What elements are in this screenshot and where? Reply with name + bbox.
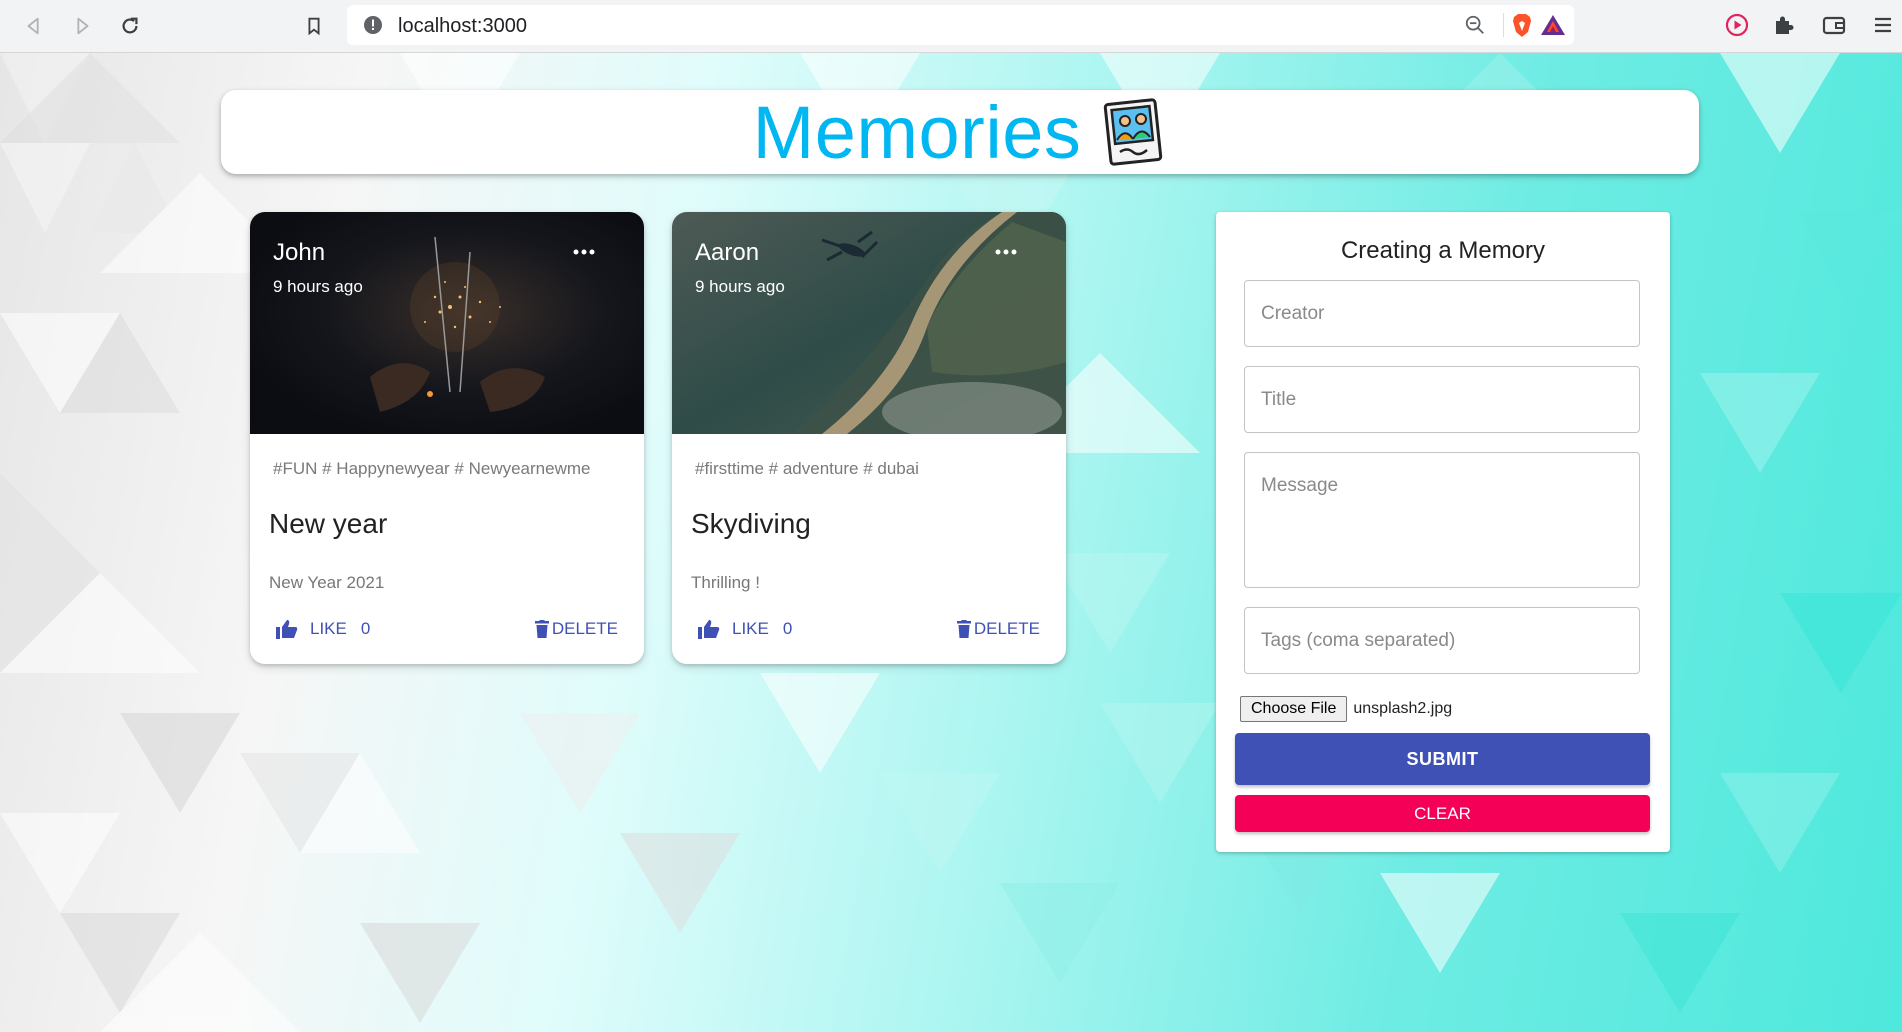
post-tags: #FUN # Happynewyear # Newyearnewme [273,459,591,478]
reload-icon[interactable] [116,12,144,40]
memories-logo-icon [1104,98,1163,166]
post-title: New year [269,508,388,539]
memory-card: John 9 hours ago #FUN # Happynewyear # N… [250,212,644,664]
post-tags: #firsttime # adventure # dubai [695,459,919,478]
clear-button[interactable]: CLEAR [1235,795,1650,832]
like-count: 0 [782,619,793,638]
forward-icon[interactable] [68,12,96,40]
delete-label: DELETE [551,619,618,638]
more-horizontal-icon[interactable] [572,248,596,256]
back-icon[interactable] [20,12,48,40]
app-title: Memories [752,90,1082,174]
post-message: Thrilling ! [691,573,760,592]
post-time: 9 hours ago [695,277,785,296]
file-name: unsplash2.jpg [1353,700,1453,717]
like-label: LIKE [732,619,769,638]
submit-button[interactable]: SUBMIT [1235,733,1650,785]
delete-button[interactable]: DELETE [534,619,618,639]
media-extension-icon[interactable] [1724,12,1752,40]
trash-icon [534,620,549,638]
post-time: 9 hours ago [273,277,363,296]
post-creator: John [273,239,326,266]
brave-shields-icon[interactable] [1510,12,1534,38]
post-creator: Aaron [695,239,760,266]
url-text[interactable]: localhost:3000 [398,15,527,38]
creator-input[interactable] [1244,280,1640,347]
menu-icon[interactable] [1870,12,1898,40]
bookmark-icon[interactable] [300,12,328,40]
page-background: Memories John 9 hours ago #FUN # Happyne… [0,53,1902,1032]
delete-button[interactable]: DELETE [956,619,1040,639]
zoom-out-icon[interactable] [1464,14,1486,36]
brave-rewards-icon[interactable] [1540,13,1566,37]
message-input[interactable] [1244,452,1640,588]
extensions-icon[interactable] [1771,12,1799,40]
post-message: New Year 2021 [269,573,385,592]
tags-input[interactable] [1244,607,1640,674]
thumb-up-icon [276,620,298,639]
memory-form: Creating a Memory Choose File unsplash2.… [1216,212,1670,852]
delete-label: DELETE [973,619,1040,638]
form-title: Creating a Memory [1340,237,1546,264]
post-title: Skydiving [691,508,811,539]
file-input: Choose File unsplash2.jpg [1240,696,1452,722]
trash-icon [956,620,971,638]
like-button[interactable]: LIKE 0 [276,619,370,639]
like-count: 0 [360,619,371,638]
memory-card: Aaron 9 hours ago #firsttime # adventure… [672,212,1066,664]
divider [1503,13,1504,37]
address-bar[interactable]: localhost:3000 [347,5,1574,45]
like-button[interactable]: LIKE 0 [698,619,792,639]
like-label: LIKE [310,619,347,638]
wallet-icon[interactable] [1821,12,1849,40]
title-input[interactable] [1244,366,1640,433]
app-header: Memories [221,90,1699,174]
browser-toolbar: localhost:3000 [0,0,1902,53]
choose-file-button[interactable]: Choose File [1240,696,1348,722]
site-info-icon[interactable] [363,15,383,35]
thumb-up-icon [698,620,720,639]
more-horizontal-icon[interactable] [994,248,1018,256]
